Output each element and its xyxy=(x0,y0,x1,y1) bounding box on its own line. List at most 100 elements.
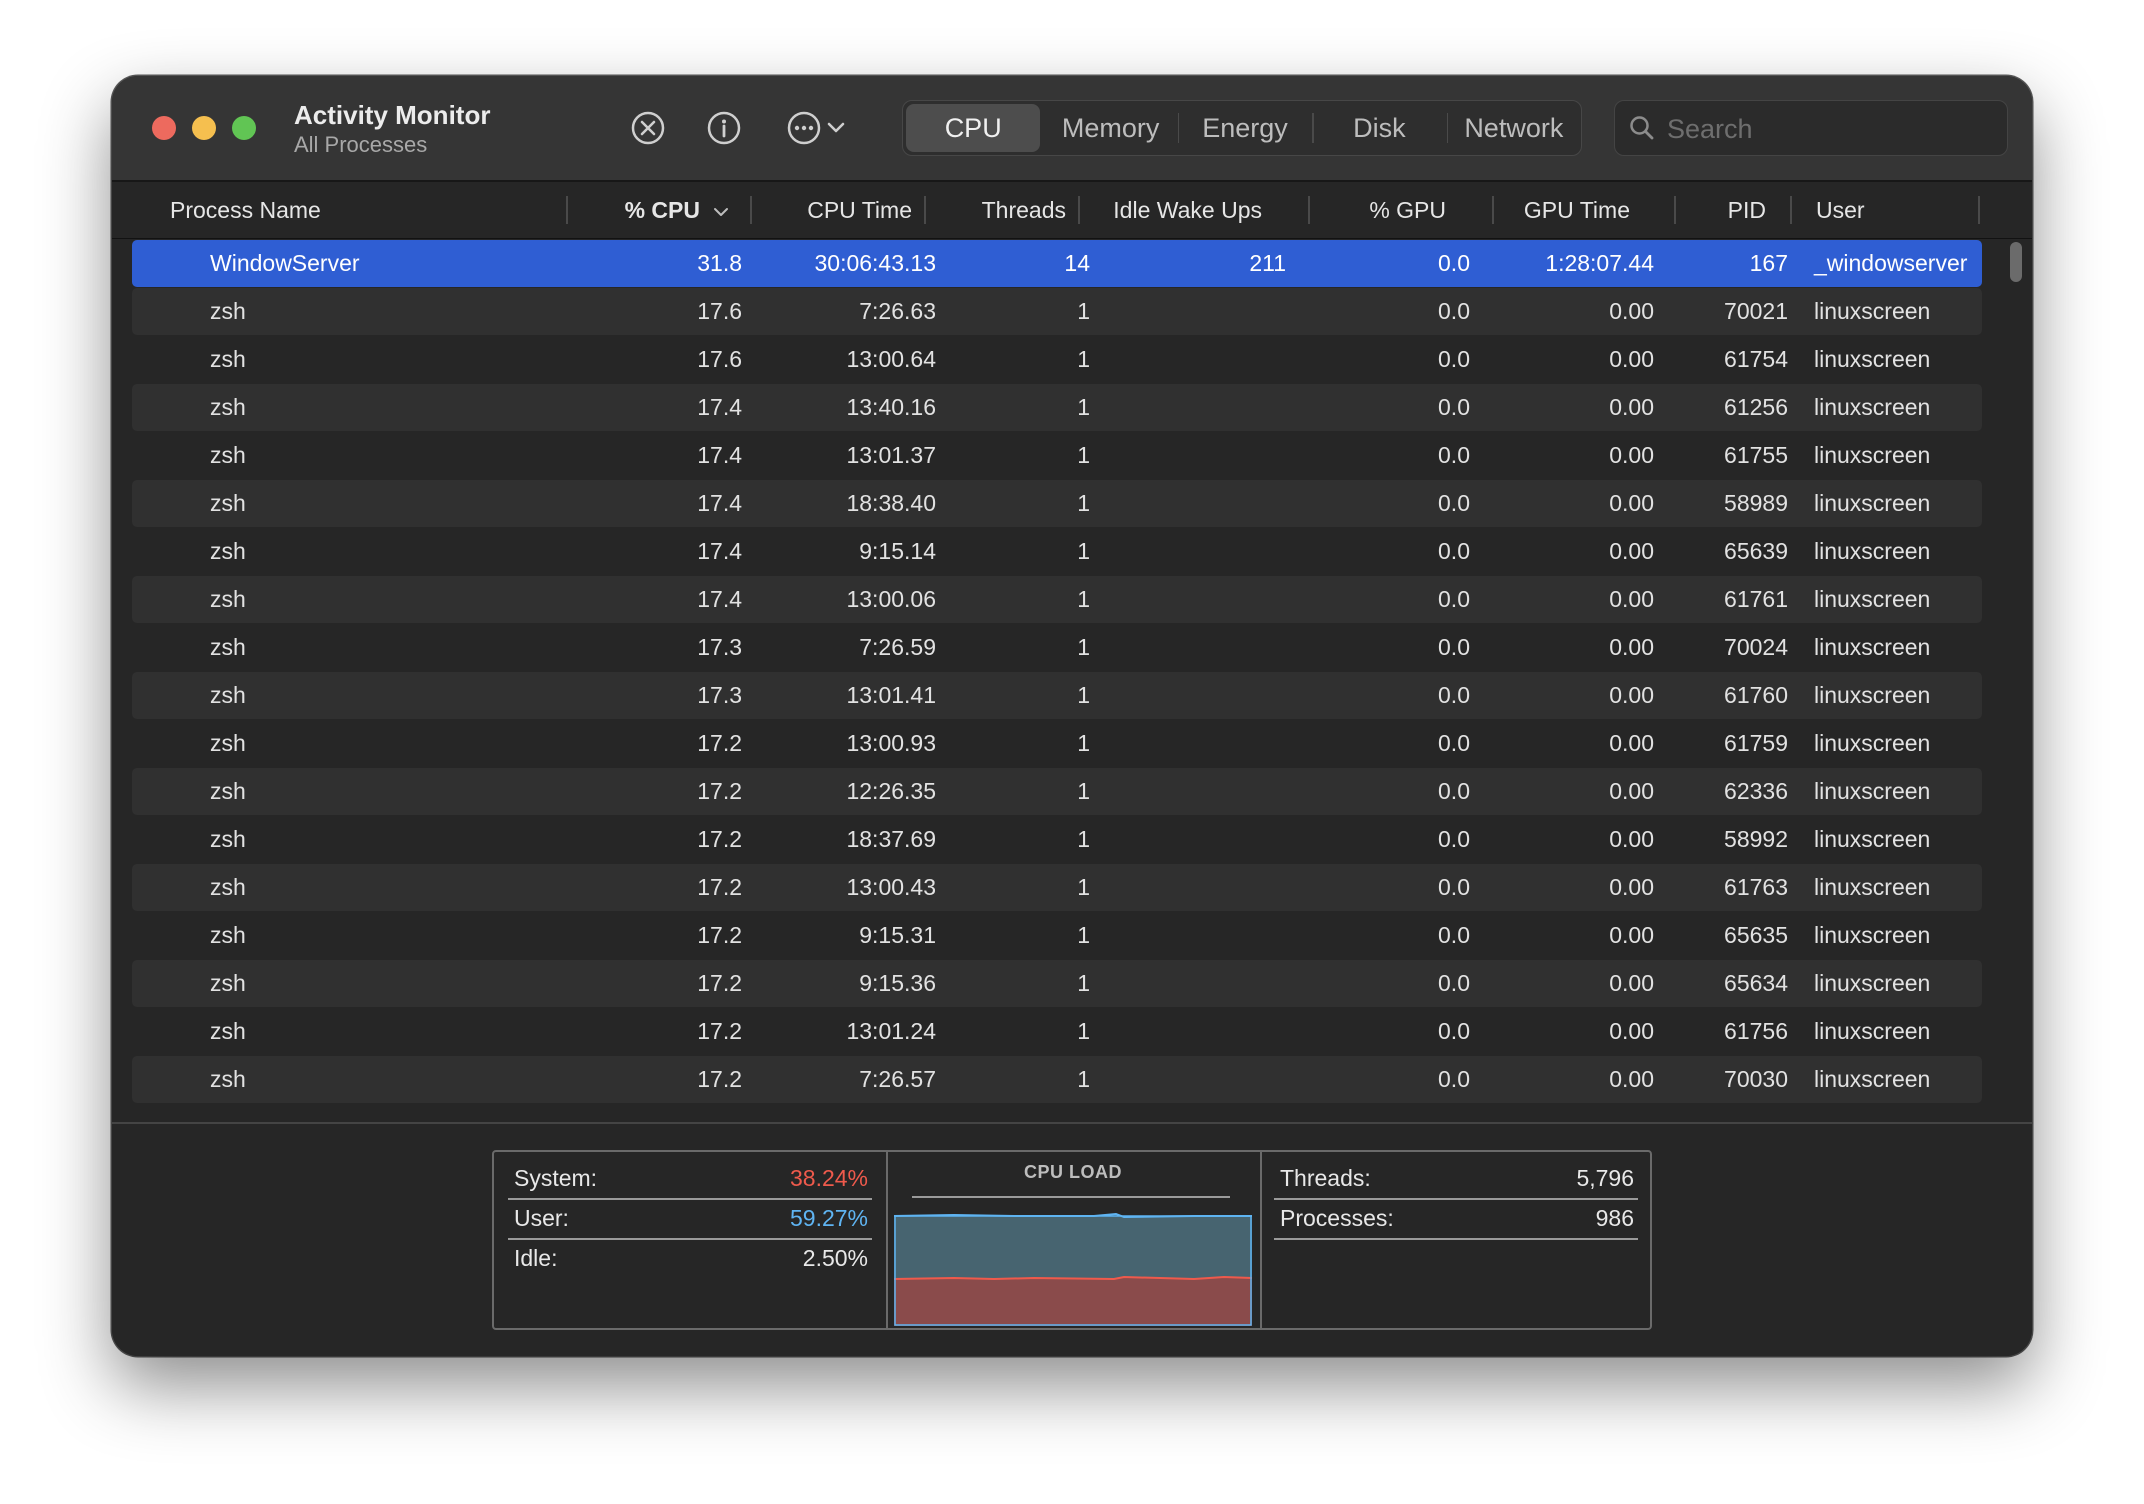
column-cpu-time[interactable]: CPU Time xyxy=(762,182,912,238)
threads-cell: 1 xyxy=(1077,1018,1090,1044)
column-divider[interactable] xyxy=(566,196,568,224)
pid-cell: 61761 xyxy=(1724,586,1788,612)
search-field[interactable] xyxy=(1614,100,2008,156)
table-row[interactable]: WindowServer 31.8 30:06:43.13 14 211 0.0 1:28:… xyxy=(132,240,1982,287)
threads-value: 5,796 xyxy=(1576,1165,1634,1191)
column-divider[interactable] xyxy=(1790,196,1792,224)
gpu-time-cell: 0.00 xyxy=(1609,922,1654,948)
tab-cpu[interactable]: CPU xyxy=(906,104,1041,152)
idle-wake-ups-cell xyxy=(1132,528,1286,575)
table-row[interactable]: zsh 17.2 12:26.35 1 0.0 0.00 62336 linuxscreen xyxy=(132,768,1982,815)
user-cell: linuxscreen xyxy=(1814,922,1931,948)
cpu-percent-cell: 17.4 xyxy=(697,586,742,612)
gpu-percent-cell: 0.0 xyxy=(1438,250,1470,276)
gpu-time-cell: 0.00 xyxy=(1609,778,1654,804)
chevron-down-icon[interactable] xyxy=(822,106,850,150)
zoom-window-button[interactable] xyxy=(232,116,256,140)
column-user[interactable]: User xyxy=(1816,182,1936,238)
idle-wake-ups-cell xyxy=(1132,768,1286,815)
user-cell: linuxscreen xyxy=(1814,298,1931,324)
tab-energy[interactable]: Energy xyxy=(1177,101,1312,155)
pid-cell: 70021 xyxy=(1724,298,1788,324)
table-row[interactable]: zsh 17.2 13:00.93 1 0.0 0.00 61759 linuxscreen xyxy=(132,720,1982,767)
cpu-time-cell: 9:15.31 xyxy=(859,922,936,948)
table-row[interactable]: zsh 17.4 18:38.40 1 0.0 0.00 58989 linuxscreen xyxy=(132,480,1982,527)
column-divider[interactable] xyxy=(1078,196,1080,224)
column-divider[interactable] xyxy=(750,196,752,224)
column-divider[interactable] xyxy=(1674,196,1676,224)
column-threads[interactable]: Threads xyxy=(932,182,1066,238)
process-name-cell: zsh xyxy=(210,730,246,756)
column-process-name[interactable]: Process Name xyxy=(170,182,470,238)
user-cell: linuxscreen xyxy=(1814,730,1931,756)
cpu-load-graph xyxy=(894,1212,1253,1326)
system-load-area xyxy=(894,1278,1252,1326)
table-row[interactable]: zsh 17.6 13:00.64 1 0.0 0.00 61754 linuxscreen xyxy=(132,336,1982,383)
cpu-time-cell: 13:40.16 xyxy=(846,394,936,420)
table-row[interactable]: zsh 17.4 13:00.06 1 0.0 0.00 61761 linuxscreen xyxy=(132,576,1982,623)
column-divider[interactable] xyxy=(1308,196,1310,224)
minimize-window-button[interactable] xyxy=(192,116,216,140)
user-cell: linuxscreen xyxy=(1814,442,1931,468)
table-row[interactable]: zsh 17.2 18:37.69 1 0.0 0.00 58992 linuxscreen xyxy=(132,816,1982,863)
window-subtitle[interactable]: All Processes xyxy=(294,132,427,158)
gpu-percent-cell: 0.0 xyxy=(1438,682,1470,708)
column-gpu-time[interactable]: GPU Time xyxy=(1504,182,1630,238)
table-row[interactable]: zsh 17.2 9:15.31 1 0.0 0.00 65635 linuxscreen xyxy=(132,912,1982,959)
column-cpu-percent[interactable]: % CPU xyxy=(582,182,700,238)
gpu-percent-cell: 0.0 xyxy=(1438,394,1470,420)
threads-cell: 1 xyxy=(1077,970,1090,996)
system-label: System: xyxy=(514,1165,598,1191)
table-row[interactable]: zsh 17.4 13:40.16 1 0.0 0.00 61256 linuxscreen xyxy=(132,384,1982,431)
column-gpu-percent[interactable]: % GPU xyxy=(1322,182,1446,238)
pid-cell: 61760 xyxy=(1724,682,1788,708)
gpu-percent-cell: 0.0 xyxy=(1438,538,1470,564)
sort-descending-icon[interactable] xyxy=(712,182,742,238)
pid-cell: 61759 xyxy=(1724,730,1788,756)
cpu-time-cell: 13:01.37 xyxy=(846,442,936,468)
process-name-cell: zsh xyxy=(210,346,246,372)
gpu-time-cell: 0.00 xyxy=(1609,682,1654,708)
gpu-percent-cell: 0.0 xyxy=(1438,970,1470,996)
tab-disk[interactable]: Disk xyxy=(1312,101,1446,155)
table-row[interactable]: zsh 17.2 13:00.43 1 0.0 0.00 61763 linuxscreen xyxy=(132,864,1982,911)
cpu-percent-cell: 17.4 xyxy=(697,538,742,564)
pid-cell: 61256 xyxy=(1724,394,1788,420)
cpu-time-cell: 13:00.06 xyxy=(846,586,936,612)
table-row[interactable]: zsh 17.4 13:01.37 1 0.0 0.00 61755 linuxscreen xyxy=(132,432,1982,479)
table-row[interactable]: zsh 17.2 9:15.36 1 0.0 0.00 65634 linuxscreen xyxy=(132,960,1982,1007)
column-pid[interactable]: PID xyxy=(1684,182,1766,238)
table-row[interactable]: zsh 17.3 7:26.59 1 0.0 0.00 70024 linuxscreen xyxy=(132,624,1982,671)
column-divider[interactable] xyxy=(1978,196,1980,224)
table-row[interactable]: zsh 17.2 13:01.24 1 0.0 0.00 61756 linuxscreen xyxy=(132,1008,1982,1055)
tab-memory[interactable]: Memory xyxy=(1043,101,1177,155)
threads-cell: 1 xyxy=(1077,394,1090,420)
column-idle-wake-ups[interactable]: Idle Wake Ups xyxy=(1090,182,1262,238)
info-icon[interactable] xyxy=(702,106,746,150)
scrollbar-thumb[interactable] xyxy=(2010,242,2022,282)
close-window-button[interactable] xyxy=(152,116,176,140)
table-row[interactable]: zsh 17.2 7:26.57 1 0.0 0.00 70030 linuxscreen xyxy=(132,1056,1982,1103)
gpu-time-cell: 0.00 xyxy=(1609,394,1654,420)
gpu-time-cell: 0.00 xyxy=(1609,538,1654,564)
table-row[interactable]: zsh 17.6 7:26.63 1 0.0 0.00 70021 linuxscreen xyxy=(132,288,1982,335)
column-divider[interactable] xyxy=(924,196,926,224)
processes-stat: Processes: 986 xyxy=(1280,1198,1634,1238)
table-row[interactable]: zsh 17.4 9:15.14 1 0.0 0.00 65639 linuxscreen xyxy=(132,528,1982,575)
activity-monitor-window: Activity Monitor All Processes CPU Memor… xyxy=(112,76,2032,1356)
gpu-time-cell: 0.00 xyxy=(1609,490,1654,516)
threads-cell: 1 xyxy=(1077,538,1090,564)
table-row[interactable]: zsh 17.3 13:01.41 1 0.0 0.00 61760 linuxscreen xyxy=(132,672,1982,719)
pid-cell: 58989 xyxy=(1724,490,1788,516)
gpu-time-cell: 0.00 xyxy=(1609,970,1654,996)
cpu-time-cell: 7:26.57 xyxy=(859,1066,936,1092)
gpu-time-cell: 0.00 xyxy=(1609,1018,1654,1044)
stop-process-icon[interactable] xyxy=(626,106,670,150)
gpu-time-cell: 0.00 xyxy=(1609,346,1654,372)
pid-cell: 65639 xyxy=(1724,538,1788,564)
column-divider[interactable] xyxy=(1492,196,1494,224)
more-actions-icon[interactable] xyxy=(782,106,826,150)
search-input[interactable] xyxy=(1665,109,1989,149)
pid-cell: 65634 xyxy=(1724,970,1788,996)
tab-network[interactable]: Network xyxy=(1446,101,1581,155)
